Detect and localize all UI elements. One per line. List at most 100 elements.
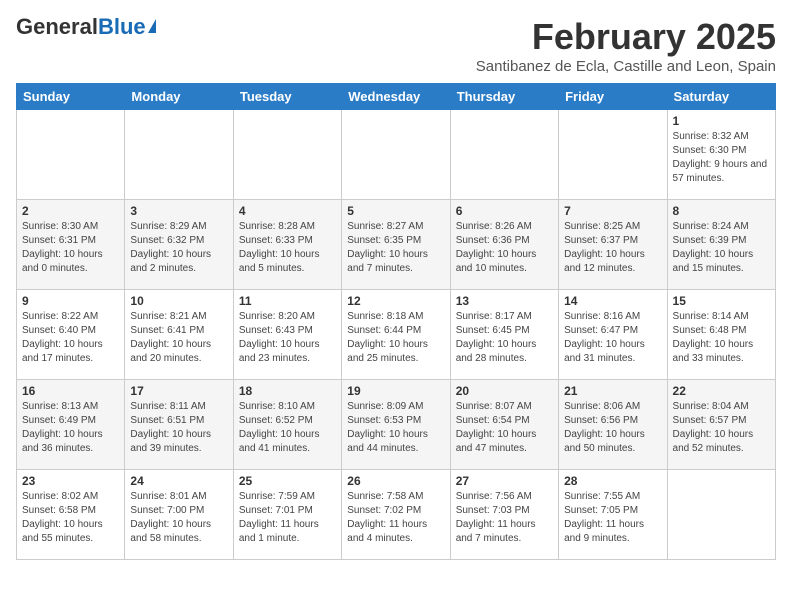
day-info: Sunrise: 7:58 AM Sunset: 7:02 PM Dayligh…	[347, 490, 444, 546]
calendar-cell: 22 Sunrise: 8:04 AM Sunset: 6:57 PM Dayli…	[667, 380, 775, 470]
day-info: Sunrise: 8:11 AM Sunset: 6:51 PM Dayligh…	[130, 400, 227, 456]
day-number: 7	[564, 204, 661, 218]
day-number: 25	[239, 474, 336, 488]
day-number: 18	[239, 384, 336, 398]
day-info: Sunrise: 8:27 AM Sunset: 6:35 PM Dayligh…	[347, 220, 444, 276]
calendar-cell: 16 Sunrise: 8:13 AM Sunset: 6:49 PM Dayli…	[17, 380, 125, 470]
day-number: 16	[22, 384, 119, 398]
calendar-cell: 14 Sunrise: 8:16 AM Sunset: 6:47 PM Dayli…	[559, 290, 667, 380]
day-info: Sunrise: 8:24 AM Sunset: 6:39 PM Dayligh…	[673, 220, 770, 276]
weekday-header: Tuesday	[233, 84, 341, 110]
day-number: 4	[239, 204, 336, 218]
day-info: Sunrise: 8:21 AM Sunset: 6:41 PM Dayligh…	[130, 310, 227, 366]
day-info: Sunrise: 7:55 AM Sunset: 7:05 PM Dayligh…	[564, 490, 661, 546]
calendar-cell: 28 Sunrise: 7:55 AM Sunset: 7:05 PM Dayli…	[559, 470, 667, 560]
day-info: Sunrise: 8:32 AM Sunset: 6:30 PM Dayligh…	[673, 130, 770, 186]
calendar-table: SundayMondayTuesdayWednesdayThursdayFrid…	[16, 83, 776, 560]
calendar-week-row: 1 Sunrise: 8:32 AM Sunset: 6:30 PM Daylig…	[17, 110, 776, 200]
calendar-cell	[342, 110, 450, 200]
day-number: 15	[673, 294, 770, 308]
day-number: 27	[456, 474, 553, 488]
weekday-header: Saturday	[667, 84, 775, 110]
day-info: Sunrise: 8:16 AM Sunset: 6:47 PM Dayligh…	[564, 310, 661, 366]
calendar-cell: 25 Sunrise: 7:59 AM Sunset: 7:01 PM Dayli…	[233, 470, 341, 560]
day-info: Sunrise: 8:25 AM Sunset: 6:37 PM Dayligh…	[564, 220, 661, 276]
day-number: 22	[673, 384, 770, 398]
calendar-week-row: 9 Sunrise: 8:22 AM Sunset: 6:40 PM Daylig…	[17, 290, 776, 380]
day-number: 11	[239, 294, 336, 308]
calendar-cell: 24Sunrise: 8:01 AM Sunset: 7:00 PM Dayli…	[125, 470, 233, 560]
day-number: 14	[564, 294, 661, 308]
calendar-cell: 17Sunrise: 8:11 AM Sunset: 6:51 PM Dayli…	[125, 380, 233, 470]
calendar-cell: 27 Sunrise: 7:56 AM Sunset: 7:03 PM Dayli…	[450, 470, 558, 560]
calendar-week-row: 2 Sunrise: 8:30 AM Sunset: 6:31 PM Daylig…	[17, 200, 776, 290]
calendar-cell: 5 Sunrise: 8:27 AM Sunset: 6:35 PM Daylig…	[342, 200, 450, 290]
day-number: 9	[22, 294, 119, 308]
day-number: 12	[347, 294, 444, 308]
calendar-cell	[17, 110, 125, 200]
calendar-cell	[667, 470, 775, 560]
calendar-week-row: 16 Sunrise: 8:13 AM Sunset: 6:49 PM Dayli…	[17, 380, 776, 470]
calendar-cell: 19Sunrise: 8:09 AM Sunset: 6:53 PM Dayli…	[342, 380, 450, 470]
day-info: Sunrise: 8:30 AM Sunset: 6:31 PM Dayligh…	[22, 220, 119, 276]
day-info: Sunrise: 8:26 AM Sunset: 6:36 PM Dayligh…	[456, 220, 553, 276]
weekday-header: Monday	[125, 84, 233, 110]
day-info: Sunrise: 8:09 AM Sunset: 6:53 PM Dayligh…	[347, 400, 444, 456]
calendar-cell: 1 Sunrise: 8:32 AM Sunset: 6:30 PM Daylig…	[667, 110, 775, 200]
day-number: 1	[673, 114, 770, 128]
calendar-cell: 18Sunrise: 8:10 AM Sunset: 6:52 PM Dayli…	[233, 380, 341, 470]
calendar-cell: 21 Sunrise: 8:06 AM Sunset: 6:56 PM Dayli…	[559, 380, 667, 470]
day-info: Sunrise: 8:07 AM Sunset: 6:54 PM Dayligh…	[456, 400, 553, 456]
calendar-cell: 6 Sunrise: 8:26 AM Sunset: 6:36 PM Daylig…	[450, 200, 558, 290]
calendar-cell: 2 Sunrise: 8:30 AM Sunset: 6:31 PM Daylig…	[17, 200, 125, 290]
weekday-header: Sunday	[17, 84, 125, 110]
month-title: February 2025	[476, 16, 776, 58]
day-number: 13	[456, 294, 553, 308]
calendar-cell: 15 Sunrise: 8:14 AM Sunset: 6:48 PM Dayli…	[667, 290, 775, 380]
calendar-cell: 3Sunrise: 8:29 AM Sunset: 6:32 PM Daylig…	[125, 200, 233, 290]
day-info: Sunrise: 7:56 AM Sunset: 7:03 PM Dayligh…	[456, 490, 553, 546]
day-number: 6	[456, 204, 553, 218]
day-info: Sunrise: 8:04 AM Sunset: 6:57 PM Dayligh…	[673, 400, 770, 456]
calendar-cell: 12 Sunrise: 8:18 AM Sunset: 6:44 PM Dayli…	[342, 290, 450, 380]
title-block: February 2025 Santibanez de Ecla, Castil…	[476, 16, 776, 75]
day-info: Sunrise: 8:06 AM Sunset: 6:56 PM Dayligh…	[564, 400, 661, 456]
calendar-cell: 11Sunrise: 8:20 AM Sunset: 6:43 PM Dayli…	[233, 290, 341, 380]
calendar-cell: 7 Sunrise: 8:25 AM Sunset: 6:37 PM Daylig…	[559, 200, 667, 290]
day-info: Sunrise: 8:17 AM Sunset: 6:45 PM Dayligh…	[456, 310, 553, 366]
day-info: Sunrise: 8:14 AM Sunset: 6:48 PM Dayligh…	[673, 310, 770, 366]
calendar-week-row: 23 Sunrise: 8:02 AM Sunset: 6:58 PM Dayli…	[17, 470, 776, 560]
day-number: 28	[564, 474, 661, 488]
day-number: 5	[347, 204, 444, 218]
weekday-header: Wednesday	[342, 84, 450, 110]
day-info: Sunrise: 8:02 AM Sunset: 6:58 PM Dayligh…	[22, 490, 119, 546]
day-info: Sunrise: 8:01 AM Sunset: 7:00 PM Dayligh…	[130, 490, 227, 546]
logo-blue: Blue	[98, 16, 146, 38]
calendar-cell: 13 Sunrise: 8:17 AM Sunset: 6:45 PM Dayli…	[450, 290, 558, 380]
day-number: 10	[130, 294, 227, 308]
day-number: 26	[347, 474, 444, 488]
day-info: Sunrise: 8:22 AM Sunset: 6:40 PM Dayligh…	[22, 310, 119, 366]
day-number: 21	[564, 384, 661, 398]
calendar-cell: 20 Sunrise: 8:07 AM Sunset: 6:54 PM Dayli…	[450, 380, 558, 470]
day-number: 20	[456, 384, 553, 398]
day-info: Sunrise: 8:29 AM Sunset: 6:32 PM Dayligh…	[130, 220, 227, 276]
calendar-cell	[450, 110, 558, 200]
page-header: General Blue February 2025 Santibanez de…	[16, 16, 776, 75]
weekday-header-row: SundayMondayTuesdayWednesdayThursdayFrid…	[17, 84, 776, 110]
logo-general: General	[16, 16, 98, 38]
calendar-cell: 10 Sunrise: 8:21 AM Sunset: 6:41 PM Dayli…	[125, 290, 233, 380]
calendar-cell: 26 Sunrise: 7:58 AM Sunset: 7:02 PM Dayli…	[342, 470, 450, 560]
day-number: 2	[22, 204, 119, 218]
calendar-cell: 4 Sunrise: 8:28 AM Sunset: 6:33 PM Daylig…	[233, 200, 341, 290]
day-info: Sunrise: 8:13 AM Sunset: 6:49 PM Dayligh…	[22, 400, 119, 456]
day-info: Sunrise: 8:28 AM Sunset: 6:33 PM Dayligh…	[239, 220, 336, 276]
day-info: Sunrise: 8:18 AM Sunset: 6:44 PM Dayligh…	[347, 310, 444, 366]
weekday-header: Thursday	[450, 84, 558, 110]
location-subtitle: Santibanez de Ecla, Castille and Leon, S…	[476, 58, 776, 75]
calendar-cell: 9 Sunrise: 8:22 AM Sunset: 6:40 PM Daylig…	[17, 290, 125, 380]
logo: General Blue	[16, 16, 156, 38]
day-number: 23	[22, 474, 119, 488]
day-info: Sunrise: 7:59 AM Sunset: 7:01 PM Dayligh…	[239, 490, 336, 546]
calendar-cell: 23 Sunrise: 8:02 AM Sunset: 6:58 PM Dayli…	[17, 470, 125, 560]
